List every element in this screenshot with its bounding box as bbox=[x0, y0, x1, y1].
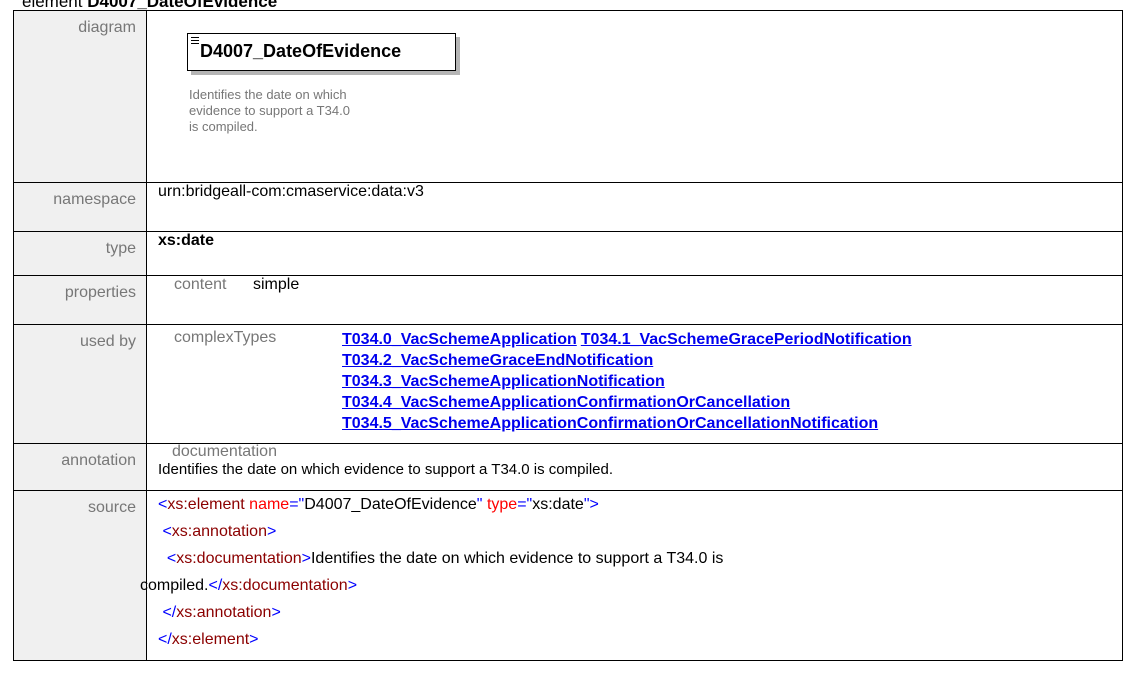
label-source: source bbox=[13, 490, 147, 661]
label-properties: properties bbox=[13, 275, 147, 325]
properties-key: content bbox=[174, 276, 227, 293]
row-namespace: namespace urn:bridgeall-com:cmaservice:d… bbox=[13, 182, 1123, 232]
used-by-links: T034.0_VacSchemeApplication T034.1_VacSch… bbox=[342, 329, 916, 434]
element-doc-table: diagram D4007_DateOfEvidence Identifies … bbox=[13, 10, 1123, 661]
row-source: source <xs:element name="D4007_DateOfEvi… bbox=[13, 490, 1123, 661]
diagram-documentation: Identifies the date on which evidence to… bbox=[189, 87, 350, 134]
row-properties: properties content simple bbox=[13, 275, 1123, 325]
label-annotation: annotation bbox=[13, 443, 147, 491]
used-by-link[interactable]: T034.2_VacSchemeGraceEndNotification bbox=[342, 352, 653, 369]
used-by-link[interactable]: T034.5_VacSchemeApplicationConfirmationO… bbox=[342, 415, 878, 432]
label-namespace: namespace bbox=[13, 182, 147, 232]
row-diagram: diagram D4007_DateOfEvidence Identifies … bbox=[13, 10, 1123, 183]
source-code: <xs:element name="D4007_DateOfEvidence" … bbox=[140, 490, 1123, 661]
label-used-by: used by bbox=[13, 324, 147, 444]
used-by-link[interactable]: T034.3_VacSchemeApplicationNotification bbox=[342, 373, 665, 390]
properties-value: simple bbox=[253, 276, 300, 293]
used-by-link[interactable]: T034.0_VacSchemeApplication bbox=[342, 331, 577, 348]
used-by-link[interactable]: T034.1_VacSchemeGracePeriodNotification bbox=[581, 331, 912, 348]
row-type: type xs:date bbox=[13, 231, 1123, 276]
diagram-element-name: D4007_DateOfEvidence bbox=[200, 41, 402, 61]
used-by-area: complexTypes T034.0_VacSchemeApplication… bbox=[158, 325, 1122, 443]
row-used-by: used by complexTypes T034.0_VacSchemeApp… bbox=[13, 324, 1123, 444]
used-by-key: complexTypes bbox=[174, 329, 277, 346]
diagram-area: D4007_DateOfEvidence Identifies the date… bbox=[158, 11, 1122, 182]
element-lines-icon bbox=[191, 37, 199, 46]
used-by-link[interactable]: T034.4_VacSchemeApplicationConfirmationO… bbox=[342, 394, 790, 411]
annotation-value: Identifies the date on which evidence to… bbox=[158, 461, 614, 478]
label-type: type bbox=[13, 231, 147, 276]
namespace-value: urn:bridgeall-com:cmaservice:data:v3 bbox=[146, 182, 1123, 232]
element-diagram-box[interactable]: D4007_DateOfEvidence bbox=[187, 33, 456, 71]
type-value: xs:date bbox=[146, 231, 1123, 276]
annotation-key: documentation bbox=[172, 443, 277, 460]
label-diagram: diagram bbox=[13, 10, 147, 183]
row-annotation: annotation documentation Identifies the … bbox=[13, 443, 1123, 491]
